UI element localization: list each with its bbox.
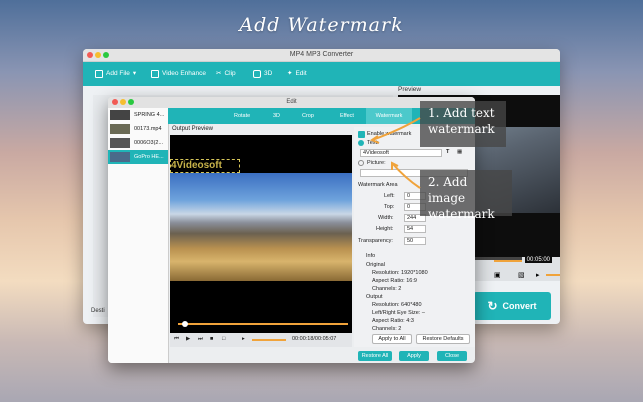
arrow-to-text	[371, 117, 421, 141]
annotation-arrows	[369, 117, 421, 189]
arrow-to-picture	[391, 162, 421, 189]
